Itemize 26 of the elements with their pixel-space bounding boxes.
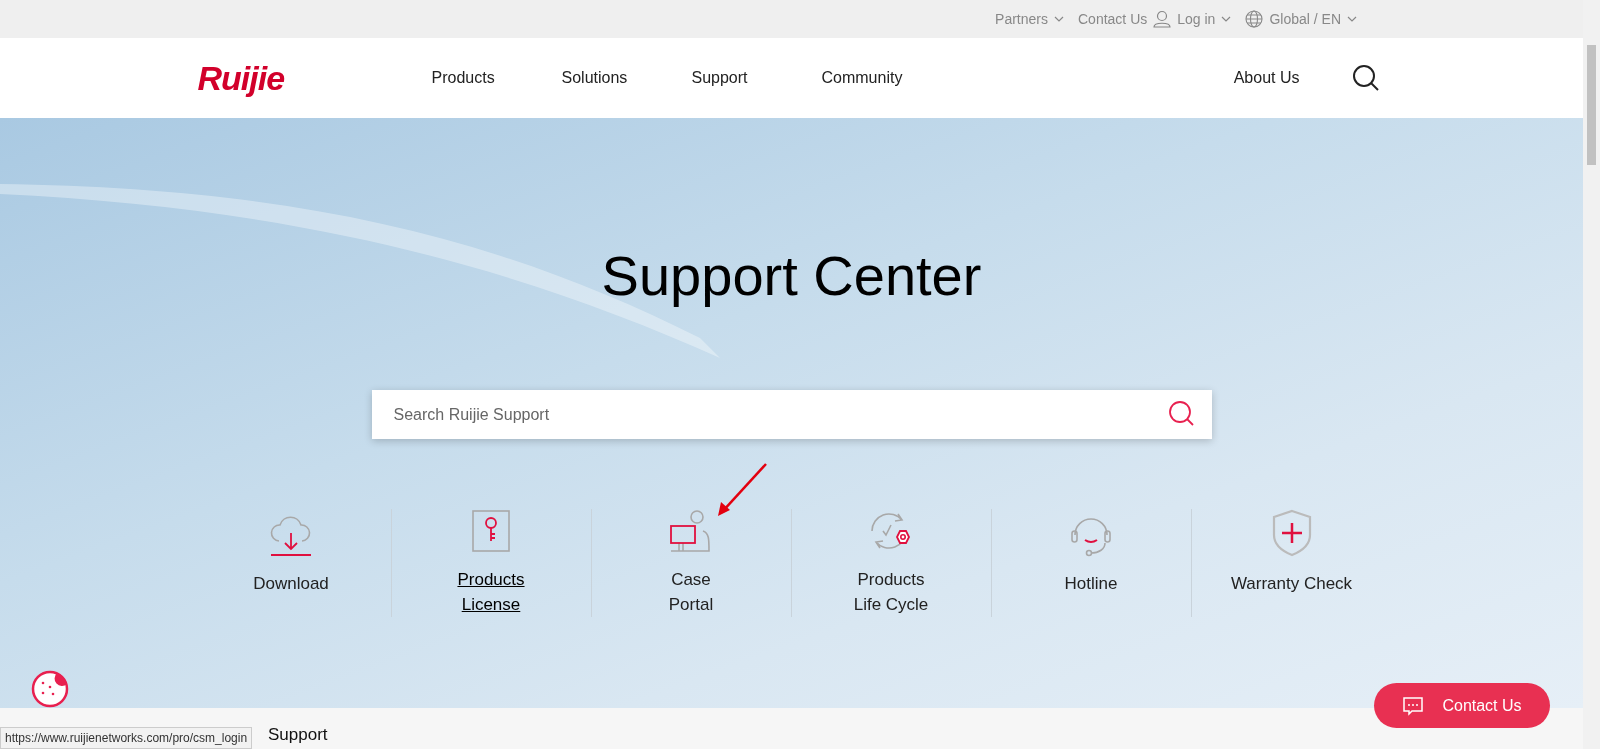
globe-icon (1245, 10, 1264, 28)
service-link[interactable]: Hotline (1064, 571, 1118, 596)
service-link[interactable]: Case Portal (668, 567, 714, 617)
cloud-download-icon (269, 513, 313, 557)
service-link[interactable]: Products Life Cycle (853, 567, 929, 617)
service-link[interactable]: Download (253, 571, 329, 596)
user-monitor-icon (669, 509, 713, 553)
chat-icon (1402, 695, 1425, 716)
nav-link[interactable]: Community (821, 66, 952, 90)
section-heading: Support (268, 724, 328, 746)
nav-link[interactable]: Solutions (561, 66, 692, 90)
nav-link[interactable]: Products (431, 66, 562, 90)
service-link[interactable]: Products License (457, 567, 525, 617)
cookie-icon[interactable] (31, 670, 69, 708)
search-field[interactable]: Search Ruijie Support (371, 390, 1212, 439)
user-icon (1153, 10, 1172, 28)
service-link[interactable]: Warranty Check (1230, 571, 1353, 596)
contact-button[interactable]: Contact Us (1374, 683, 1550, 728)
search-icon[interactable] (1351, 64, 1380, 92)
status-url: https://www.ruijienetworks.com/pro/csm_login (0, 727, 253, 749)
nav-link[interactable]: About Us (1233, 66, 1300, 90)
key-document-icon (471, 509, 511, 553)
nav-link[interactable]: Support (691, 66, 822, 90)
logo[interactable]: Ruijie (191, 52, 432, 104)
scrollbar[interactable] (1583, 0, 1600, 749)
arrow-annotation (716, 462, 768, 518)
